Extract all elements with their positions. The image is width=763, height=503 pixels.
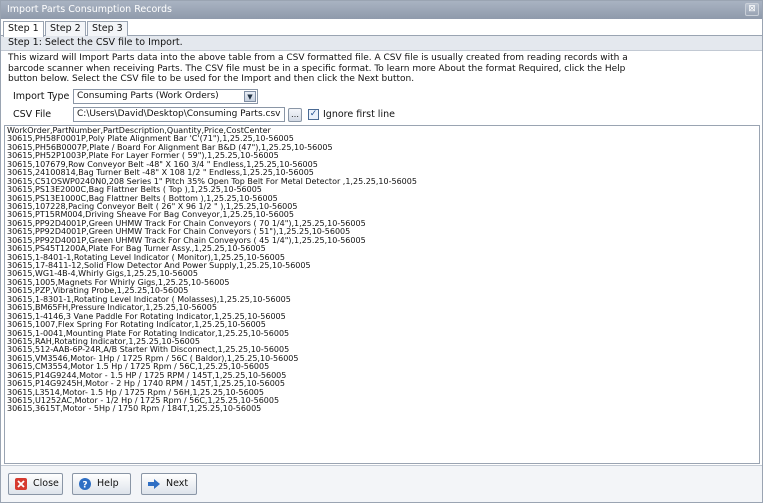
- next-button[interactable]: Next: [141, 473, 197, 495]
- svg-text:?: ?: [82, 481, 87, 491]
- csv-line: 30615,CM3554,Motor 1.5 Hp / 1725 Rpm / 5…: [7, 363, 270, 372]
- csv-line: 30615,1007,Flex Spring For Rotating Indi…: [7, 321, 266, 330]
- csv-line: 30615,PP92D4001P,Green UHMW Track For Ch…: [7, 228, 351, 237]
- csv-preview-textarea[interactable]: WorkOrder,PartNumber,PartDescription,Qua…: [4, 125, 760, 464]
- csv-line: 30615,1-4146,3 Vane Paddle For Rotating …: [7, 312, 286, 321]
- step-title: Step 1: Select the CSV file to Import.: [1, 36, 762, 51]
- csv-line: 30615,107679,Row Conveyor Belt -48" X 16…: [7, 160, 318, 169]
- csv-line: 30615,PH56B0007P,Plate / Board For Align…: [7, 143, 333, 152]
- csv-line: 30615,1-0041,Mounting Plate For Rotating…: [7, 329, 290, 338]
- window-title: Import Parts Consumption Records: [7, 4, 172, 15]
- csv-line: 30615,1-8301-1,Rotating Level Indicator …: [7, 295, 291, 304]
- import-type-label: Import Type: [13, 91, 70, 102]
- csv-line: 30615,PZP,Vibrating Probe,1,25.25,10-560…: [7, 287, 189, 296]
- wizard-description: This wizard will Import Parts data into …: [8, 53, 756, 85]
- csv-line: 30615,24100814,Bag Turner Belt -48" X 10…: [7, 169, 314, 178]
- next-button-label: Next: [166, 478, 189, 489]
- description-line: This wizard will Import Parts data into …: [8, 53, 628, 63]
- button-bar: Close ? Help Next: [1, 465, 762, 502]
- chevron-down-icon[interactable]: ▼: [244, 91, 256, 102]
- csv-line: 30615,17-8411-12,Solid Flow Detector And…: [7, 262, 311, 270]
- csv-line: 30615,1005,Magnets For Whirly Gigs,1,25.…: [7, 278, 230, 287]
- csv-line: 30615,PT15RM004,Driving Sheave For Bag C…: [7, 211, 294, 220]
- csv-line: 30615,P14G9245H,Motor - 2 Hp / 1740 RPM …: [7, 380, 285, 389]
- window-close-button[interactable]: ⊠: [745, 3, 759, 16]
- description-line: button below. Select the CSV file to be …: [8, 74, 415, 84]
- close-icon: [15, 478, 27, 490]
- csv-line: 30615,P14G9244,Motor - 1.5 HP / 1725 RPM…: [7, 371, 287, 380]
- csv-line: 30615,PH58F0001P,Poly Plate Alignment Ba…: [7, 135, 294, 144]
- csv-line: 30615,1-8401-1,Rotating Level Indicator …: [7, 253, 285, 262]
- help-button-label: Help: [97, 478, 119, 489]
- csv-line: 30615,RAH,Rotating Indicator,1,25.25,10-…: [7, 337, 200, 346]
- wizard-tabs: Step 1 Step 2 Step 3: [1, 19, 762, 37]
- ignore-first-line-checkbox[interactable]: ✓: [308, 109, 319, 120]
- close-button[interactable]: Close: [8, 473, 63, 495]
- import-type-select[interactable]: Consuming Parts (Work Orders) ▼: [73, 89, 258, 104]
- csv-file-row: CSV File C:\Users\David\Desktop\Consumin…: [1, 107, 762, 123]
- tab-step-1[interactable]: Step 1: [3, 21, 44, 37]
- arrow-right-icon: [148, 479, 160, 489]
- tab-step-3[interactable]: Step 3: [87, 21, 128, 36]
- title-bar: Import Parts Consumption Records ⊠: [1, 1, 762, 19]
- csv-line: 30615,C51OSWP0240N0,208 Series 1" Pitch …: [7, 177, 417, 186]
- csv-file-label: CSV File: [13, 109, 52, 120]
- csv-line: WorkOrder,PartNumber,PartDescription,Qua…: [7, 127, 271, 135]
- csv-line: 30615,U1252AC,Motor - 1/2 Hp / 1725 Rpm …: [7, 397, 280, 405]
- help-button[interactable]: ? Help: [72, 473, 131, 495]
- csv-line: 30615,PP92D4001P,Green UHMW Track For Ch…: [7, 219, 366, 228]
- csv-line: 30615,L3514,Motor- 1.5 Hp / 1725 Rpm / 5…: [7, 388, 264, 397]
- description-line: barcode scanner when receiving Parts. Th…: [8, 63, 626, 74]
- help-icon: ?: [79, 478, 91, 491]
- ignore-first-line-label: Ignore first line: [323, 109, 395, 120]
- csv-line: 30615,PH52P1003P,Plate For Layer Former …: [7, 152, 279, 161]
- close-button-label: Close: [33, 478, 59, 489]
- csv-line: 30615,512-AAB-6P-24R,A/B Starter With Di…: [7, 346, 290, 355]
- csv-line: 30615,BM65FH,Pressure Indicator,1,25.25,…: [7, 304, 217, 313]
- import-dialog: Import Parts Consumption Records ⊠ Step …: [0, 0, 763, 503]
- csv-line: 30615,WG1-4B-4,Whirly Gigs,1,25.25,10-56…: [7, 270, 198, 279]
- csv-line: 30615,107228,Pacing Conveyor Belt ( 26" …: [7, 202, 298, 211]
- browse-button[interactable]: …: [288, 108, 302, 122]
- csv-line: 30615,3615T,Motor - 5Hp / 1750 Rpm / 184…: [7, 405, 262, 414]
- csv-line: 30615,VM3546,Motor- 1Hp / 1725 Rpm / 56C…: [7, 354, 299, 363]
- csv-line: 30615,PP92D4001P,Green UHMW Track For Ch…: [7, 236, 366, 245]
- csv-line: 30615,PS45T1200A,Plate For Bag Turner As…: [7, 245, 266, 254]
- import-type-value: Consuming Parts (Work Orders): [77, 91, 219, 101]
- csv-preview-lines: WorkOrder,PartNumber,PartDescription,Qua…: [7, 127, 757, 414]
- csv-line: 30615,PS13E2000C,Bag Flattner Belts ( To…: [7, 186, 262, 195]
- csv-file-path-input[interactable]: C:\Users\David\Desktop\Consuming Parts.c…: [73, 107, 285, 122]
- csv-line: 30615,PS13E1000C,Bag Flattner Belts ( Bo…: [7, 194, 278, 203]
- import-type-row: Import Type Consuming Parts (Work Orders…: [1, 89, 762, 105]
- tab-step-2[interactable]: Step 2: [45, 21, 86, 36]
